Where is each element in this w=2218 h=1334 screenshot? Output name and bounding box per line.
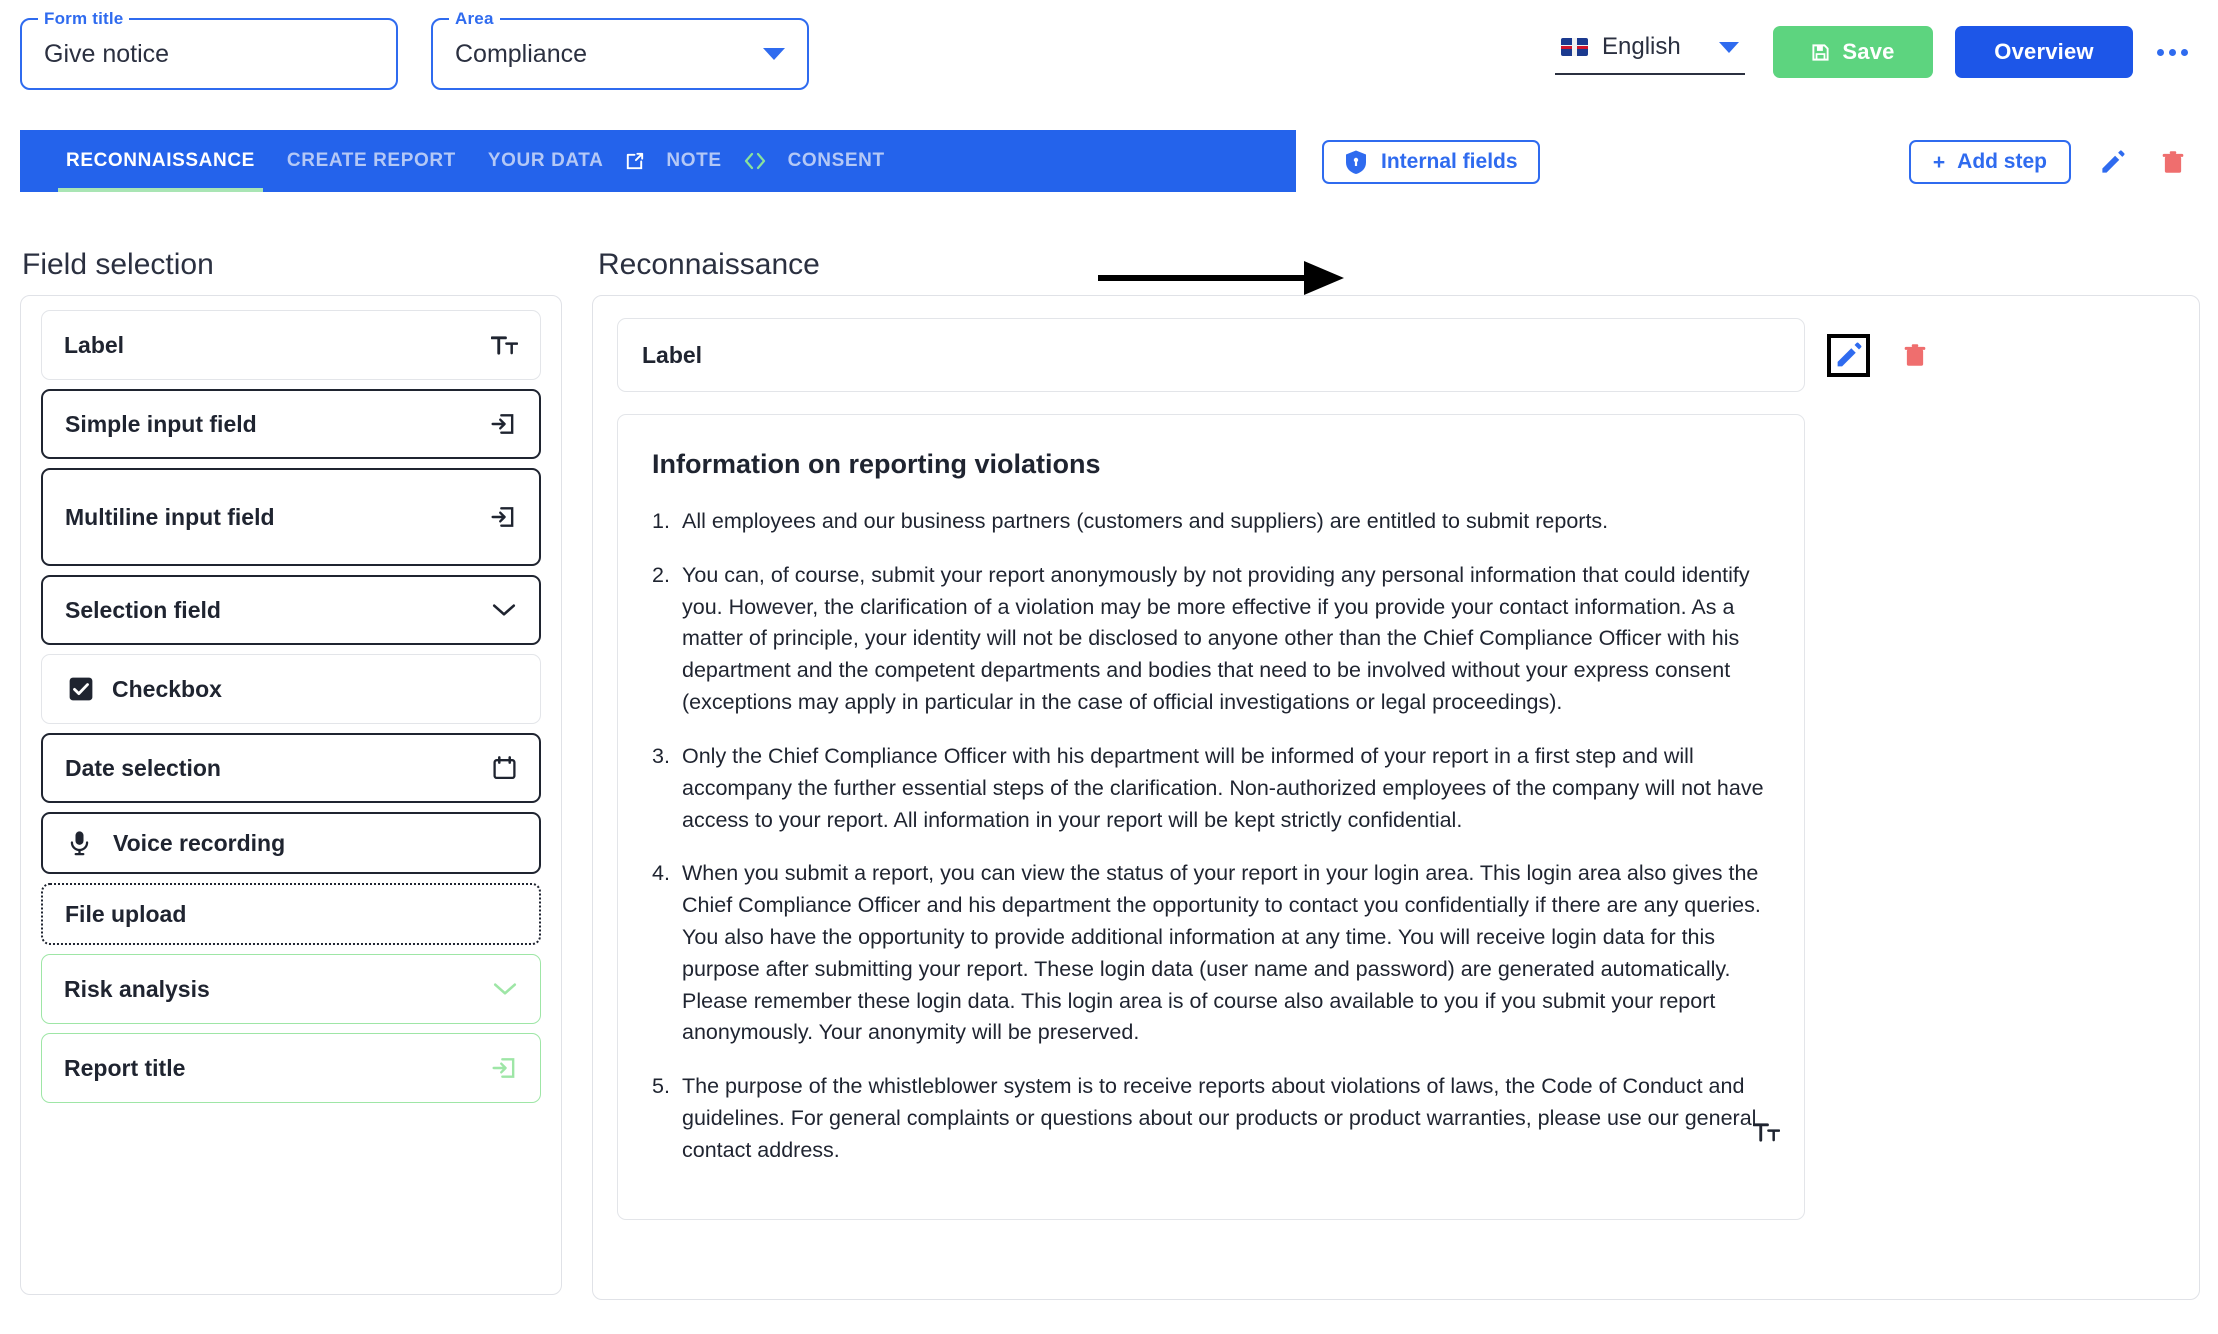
- field-item-label-text: Date selection: [65, 754, 221, 781]
- page-title: Reconnaissance: [598, 248, 820, 281]
- tab-label: YOUR DATA: [487, 150, 604, 171]
- list-item: When you submit a report, you can view t…: [652, 858, 1761, 1045]
- step-content-panel: Label Information on reporting violation…: [592, 295, 2200, 1300]
- list-item: You can, of course, submit your report a…: [652, 560, 1750, 715]
- chevron-down-icon: [1719, 41, 1739, 53]
- field-item-label-text: Label: [64, 331, 125, 358]
- information-content-box[interactable]: Information on reporting violations All …: [617, 414, 1805, 1220]
- delete-step-button[interactable]: [2156, 145, 2190, 180]
- form-title-value: Give notice: [44, 39, 170, 68]
- field-item-label-text: Multiline input field: [65, 503, 275, 530]
- field-item-label-text: Report title: [64, 1054, 186, 1081]
- field-item-risk-analysis[interactable]: Risk analysis: [41, 954, 541, 1024]
- field-item-label-text: Selection field: [65, 596, 221, 623]
- external-link-icon[interactable]: [619, 150, 650, 173]
- chevron-down-icon: [493, 983, 517, 995]
- field-item-simple-input[interactable]: Simple input field: [41, 389, 541, 459]
- field-item-label-text: Checkbox: [112, 675, 222, 702]
- trash-icon: [1904, 343, 1926, 366]
- field-item-label[interactable]: Label: [41, 310, 541, 380]
- tab-label: CREATE REPORT: [286, 150, 456, 171]
- label-field-actions: [1827, 333, 1932, 377]
- label-field-text: Label: [642, 341, 703, 368]
- tab-create-report[interactable]: CREATE REPORT: [271, 130, 472, 192]
- uk-flag-icon: [1561, 38, 1588, 56]
- field-item-file-upload[interactable]: File upload: [41, 883, 541, 945]
- field-item-multiline-input[interactable]: Multiline input field: [41, 468, 541, 566]
- overview-button[interactable]: Overview: [1955, 26, 2133, 78]
- language-value: English: [1602, 33, 1681, 60]
- edit-step-button[interactable]: [2095, 145, 2130, 180]
- top-bar-actions: English Save Overview: [1555, 26, 2194, 78]
- shield-icon: [1346, 150, 1366, 174]
- input-field-icon: [491, 414, 514, 434]
- input-field-icon: [492, 1058, 515, 1078]
- field-item-label-text: Risk analysis: [64, 975, 210, 1002]
- field-item-date-selection[interactable]: Date selection: [41, 733, 541, 803]
- field-item-selection-field[interactable]: Selection field: [41, 575, 541, 645]
- form-title-label: Form title: [38, 9, 130, 29]
- step-tab-bar: RECONNAISSANCE CREATE REPORT YOUR DATA N…: [20, 130, 1296, 192]
- step-actions: + Add step: [1908, 140, 2190, 184]
- trash-icon: [2162, 150, 2184, 173]
- list-item: Only the Chief Compliance Officer with h…: [652, 741, 1764, 832]
- save-button[interactable]: Save: [1773, 26, 1933, 78]
- field-item-voice-recording[interactable]: Voice recording: [41, 812, 541, 874]
- area-label: Area: [449, 9, 500, 29]
- pencil-icon: [2102, 150, 2125, 173]
- tab-label: NOTE: [666, 150, 722, 171]
- field-selection-title: Field selection: [22, 248, 214, 281]
- tab-consent[interactable]: CONSENT: [772, 130, 901, 192]
- plus-icon: +: [1932, 150, 1946, 174]
- pencil-icon: [1837, 342, 1862, 366]
- violations-list: All employees and our business partners …: [652, 506, 1768, 1167]
- language-select[interactable]: English: [1555, 29, 1745, 75]
- tab-your-data[interactable]: YOUR DATA: [472, 130, 620, 192]
- save-label: Save: [1842, 39, 1895, 64]
- add-step-button[interactable]: + Add step: [1908, 140, 2071, 184]
- text-size-icon: [1752, 1121, 1781, 1149]
- tab-reconnaissance[interactable]: RECONNAISSANCE: [50, 130, 271, 192]
- internal-fields-button[interactable]: Internal fields: [1322, 140, 1540, 184]
- tab-note[interactable]: NOTE: [650, 130, 737, 192]
- tab-label: RECONNAISSANCE: [66, 150, 255, 171]
- chevron-down-icon: [763, 48, 785, 60]
- input-field-icon: [491, 507, 514, 527]
- form-title-field[interactable]: Form title Give notice: [20, 9, 398, 90]
- content-heading: Information on reporting violations: [652, 449, 1101, 479]
- internal-fields-label: Internal fields: [1381, 150, 1518, 173]
- top-bar: Form title Give notice Area Compliance E…: [0, 0, 2218, 110]
- list-item: All employees and our business partners …: [652, 506, 1609, 538]
- field-selection-panel: Label Simple input field Multiline input…: [20, 295, 562, 1295]
- list-item: The purpose of the whistleblower system …: [652, 1071, 1757, 1162]
- text-size-icon: [491, 335, 518, 355]
- field-item-label-text: Simple input field: [65, 410, 257, 437]
- label-field-box[interactable]: Label: [617, 318, 1805, 392]
- checkbox-checked-icon: [69, 677, 93, 701]
- field-item-report-title[interactable]: Report title: [41, 1033, 541, 1103]
- save-icon: [1812, 43, 1829, 61]
- more-options-button[interactable]: [2151, 39, 2194, 66]
- calendar-icon: [493, 756, 516, 780]
- area-value: Compliance: [455, 39, 588, 68]
- area-select[interactable]: Area Compliance: [431, 9, 809, 90]
- microphone-icon: [70, 831, 89, 856]
- add-step-label: Add step: [1957, 150, 2047, 173]
- overview-label: Overview: [1994, 39, 2094, 64]
- code-brackets-icon[interactable]: [738, 150, 772, 172]
- delete-label-field-button[interactable]: [1898, 338, 1932, 373]
- tab-label: CONSENT: [787, 150, 885, 171]
- field-item-checkbox[interactable]: Checkbox: [41, 654, 541, 724]
- field-item-label-text: Voice recording: [113, 829, 286, 856]
- chevron-down-icon: [492, 604, 516, 616]
- edit-label-field-button[interactable]: [1827, 333, 1870, 377]
- field-item-label-text: File upload: [65, 900, 187, 927]
- label-field-row: Label: [593, 318, 2199, 392]
